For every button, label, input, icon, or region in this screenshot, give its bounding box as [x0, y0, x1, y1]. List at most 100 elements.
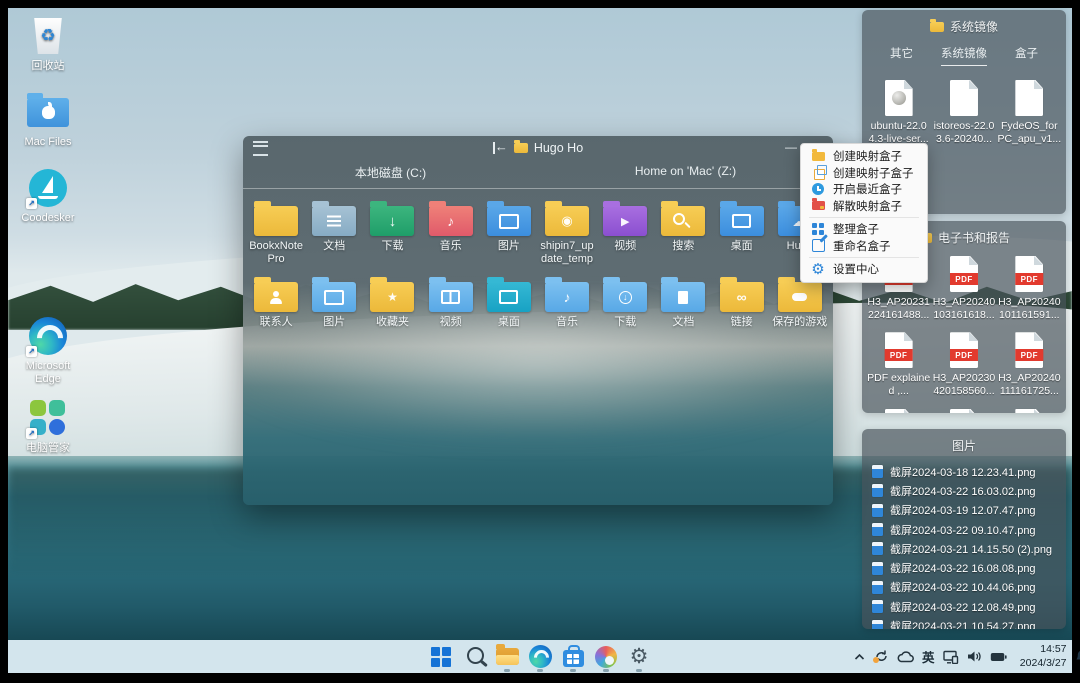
pdf-file-item[interactable]	[867, 409, 931, 414]
panel-file-row-clipped	[862, 409, 1066, 414]
running-indicator	[537, 669, 543, 672]
paint-app-button[interactable]	[593, 640, 619, 673]
menu-item-organize-boxes[interactable]: 整理盒子	[801, 221, 927, 238]
folder-item-videos[interactable]: 视频	[596, 199, 654, 265]
file-icon	[1015, 80, 1043, 116]
minimize-button[interactable]: —	[785, 140, 797, 154]
folder-item-bookxnote[interactable]: BookxNote Pro	[247, 199, 305, 265]
file-item-fydeos[interactable]: FydeOS_for PC_apu_v1...	[997, 80, 1061, 146]
hamburger-menu-icon[interactable]	[253, 141, 268, 156]
panel-header[interactable]: 图片	[862, 429, 1066, 454]
tab-boxes[interactable]: 盒子	[1015, 45, 1038, 66]
gear-icon	[630, 646, 649, 667]
edge-button[interactable]	[527, 640, 553, 673]
desktop-icon-pc-manager[interactable]: 电脑管家	[14, 398, 82, 455]
pdf-file-item[interactable]: PDF H3_AP20240103161618...	[932, 256, 996, 322]
file-item-ubuntu-iso[interactable]: ubuntu-22.04.3-live-ser...	[867, 80, 931, 146]
file-explorer-button[interactable]	[494, 640, 520, 673]
back-to-start-icon[interactable]	[493, 142, 508, 154]
pdf-file-item[interactable]: PDF H3_AP20230420158560...	[932, 332, 996, 398]
folder-item-desktop2[interactable]: 桌面	[480, 275, 538, 329]
shortcut-arrow-icon	[26, 428, 37, 439]
list-item[interactable]: 截屏2024-03-22 16.08.08.png	[872, 558, 1056, 577]
list-item[interactable]: 截屏2024-03-18 12.23.41.png	[872, 462, 1056, 481]
folder-item-search[interactable]: 搜索	[654, 199, 712, 265]
notification-bell-icon[interactable]	[1075, 649, 1080, 664]
menu-item-dissolve-mapped-box[interactable]: 解散映射盒子	[801, 198, 927, 215]
pdf-file-item[interactable]: PDF PDF explained ,...	[867, 332, 931, 398]
panel-header[interactable]: 系统镜像	[862, 10, 1066, 35]
folder-item-contacts[interactable]: 联系人	[247, 275, 305, 329]
saved-games-folder-icon	[778, 282, 822, 312]
image-file-icon	[872, 600, 883, 613]
pdf-file-item[interactable]	[932, 409, 996, 414]
search-button[interactable]	[461, 640, 487, 673]
sync-status-dot	[873, 657, 879, 663]
panel-title: 图片	[952, 437, 976, 454]
list-item[interactable]: 截屏2024-03-22 16.03.02.png	[872, 481, 1056, 500]
speaker-icon[interactable]	[967, 650, 982, 663]
pdf-file-item[interactable]: PDF H3_AP20240111161725...	[997, 332, 1061, 398]
picture-file-list: 截屏2024-03-18 12.23.41.png 截屏2024-03-22 1…	[862, 454, 1066, 629]
folder-item-music[interactable]: 音乐	[422, 199, 480, 265]
menu-item-rename-box[interactable]: 重命名盒子	[801, 238, 927, 255]
file-icon	[950, 409, 978, 414]
disc-logo-icon	[892, 91, 906, 105]
mac-folder-icon	[27, 98, 69, 127]
ime-language-indicator[interactable]: 英	[922, 647, 935, 666]
list-item[interactable]: 截屏2024-03-22 09.10.47.png	[872, 520, 1056, 539]
desktop-icon-coodesker[interactable]: Coodesker	[14, 168, 82, 225]
pdf-file-item[interactable]: PDF H3_AP20240101161591...	[997, 256, 1061, 322]
folder-item-saved-games[interactable]: 保存的游戏	[771, 275, 829, 329]
folder-item-pictures2[interactable]: 图片	[305, 275, 363, 329]
section-local-disk-c: 本地磁盘 (C:)	[243, 164, 538, 189]
recycle-bin-icon	[33, 18, 63, 54]
folder-item-shipin7[interactable]: shipin7_update_temp	[538, 199, 596, 265]
list-item[interactable]: 截屏2024-03-21 10.54.27.png	[872, 616, 1056, 629]
folder-item-favorites[interactable]: 收藏夹	[363, 275, 421, 329]
shortcut-arrow-icon	[26, 346, 37, 357]
store-button[interactable]	[560, 640, 586, 673]
pdf-file-item[interactable]	[997, 409, 1061, 414]
desktop-icon-mac-files[interactable]: Mac Files	[14, 92, 82, 149]
file-item-istoreos[interactable]: istoreos-22.03.6-20240...	[932, 80, 996, 146]
folder-item-downloads2[interactable]: 下载	[596, 275, 654, 329]
window-title-text: Hugo Ho	[534, 141, 583, 155]
folder-item-links[interactable]: 链接	[713, 275, 771, 329]
list-item[interactable]: 截屏2024-03-22 12.08.49.png	[872, 597, 1056, 616]
folder-item-desktop[interactable]: 桌面	[713, 199, 771, 265]
desktop-icon-label: Microsoft Edge	[14, 360, 82, 386]
list-item[interactable]: 截屏2024-03-22 10.44.06.png	[872, 578, 1056, 597]
folder-item-music2[interactable]: 音乐	[538, 275, 596, 329]
folder-item-pictures[interactable]: 图片	[480, 199, 538, 265]
folder-item-documents2[interactable]: 文档	[654, 275, 712, 329]
desktop-icon-label: Coodesker	[21, 212, 74, 225]
battery-icon[interactable]	[990, 652, 1007, 662]
folder-item-downloads[interactable]: 下载	[363, 199, 421, 265]
menu-item-create-mapped-box[interactable]: 创建映射盒子	[801, 148, 927, 165]
hidden-icons-chevron[interactable]	[854, 653, 865, 661]
running-indicator	[504, 669, 510, 672]
folder-item-videos2[interactable]: 视频	[422, 275, 480, 329]
desktop-icon-microsoft-edge[interactable]: Microsoft Edge	[14, 316, 82, 386]
folder-item-documents[interactable]: 文档	[305, 199, 363, 265]
tab-other[interactable]: 其它	[890, 45, 913, 66]
clock[interactable]: 14:57 2024/3/27	[1015, 643, 1067, 670]
onedrive-cloud-icon[interactable]	[897, 651, 914, 663]
menu-item-open-recent-box[interactable]: 开启最近盒子	[801, 181, 927, 198]
settings-button[interactable]	[626, 640, 652, 673]
image-file-icon	[872, 542, 883, 555]
list-item[interactable]: 截屏2024-03-21 14.15.50 (2).png	[872, 539, 1056, 558]
tab-system-images[interactable]: 系统镜像	[941, 45, 987, 66]
menu-item-settings-center[interactable]: 设置中心	[801, 261, 927, 278]
menu-item-create-mapped-subbox[interactable]: 创建映射子盒子	[801, 165, 927, 182]
sync-icon[interactable]	[873, 649, 889, 665]
desktop-icon-label: 电脑管家	[26, 442, 70, 455]
window-titlebar[interactable]: Hugo Ho	[243, 136, 833, 160]
cast-screen-icon[interactable]	[943, 650, 959, 664]
desktop-icon-recycle-bin[interactable]: 回收站	[14, 16, 82, 73]
start-button[interactable]	[428, 640, 454, 673]
pdf-file-icon: PDF	[950, 332, 978, 368]
section-home-on-mac-z: Home on 'Mac' (Z:)	[538, 164, 833, 189]
list-item[interactable]: 截屏2024-03-19 12.07.47.png	[872, 501, 1056, 520]
